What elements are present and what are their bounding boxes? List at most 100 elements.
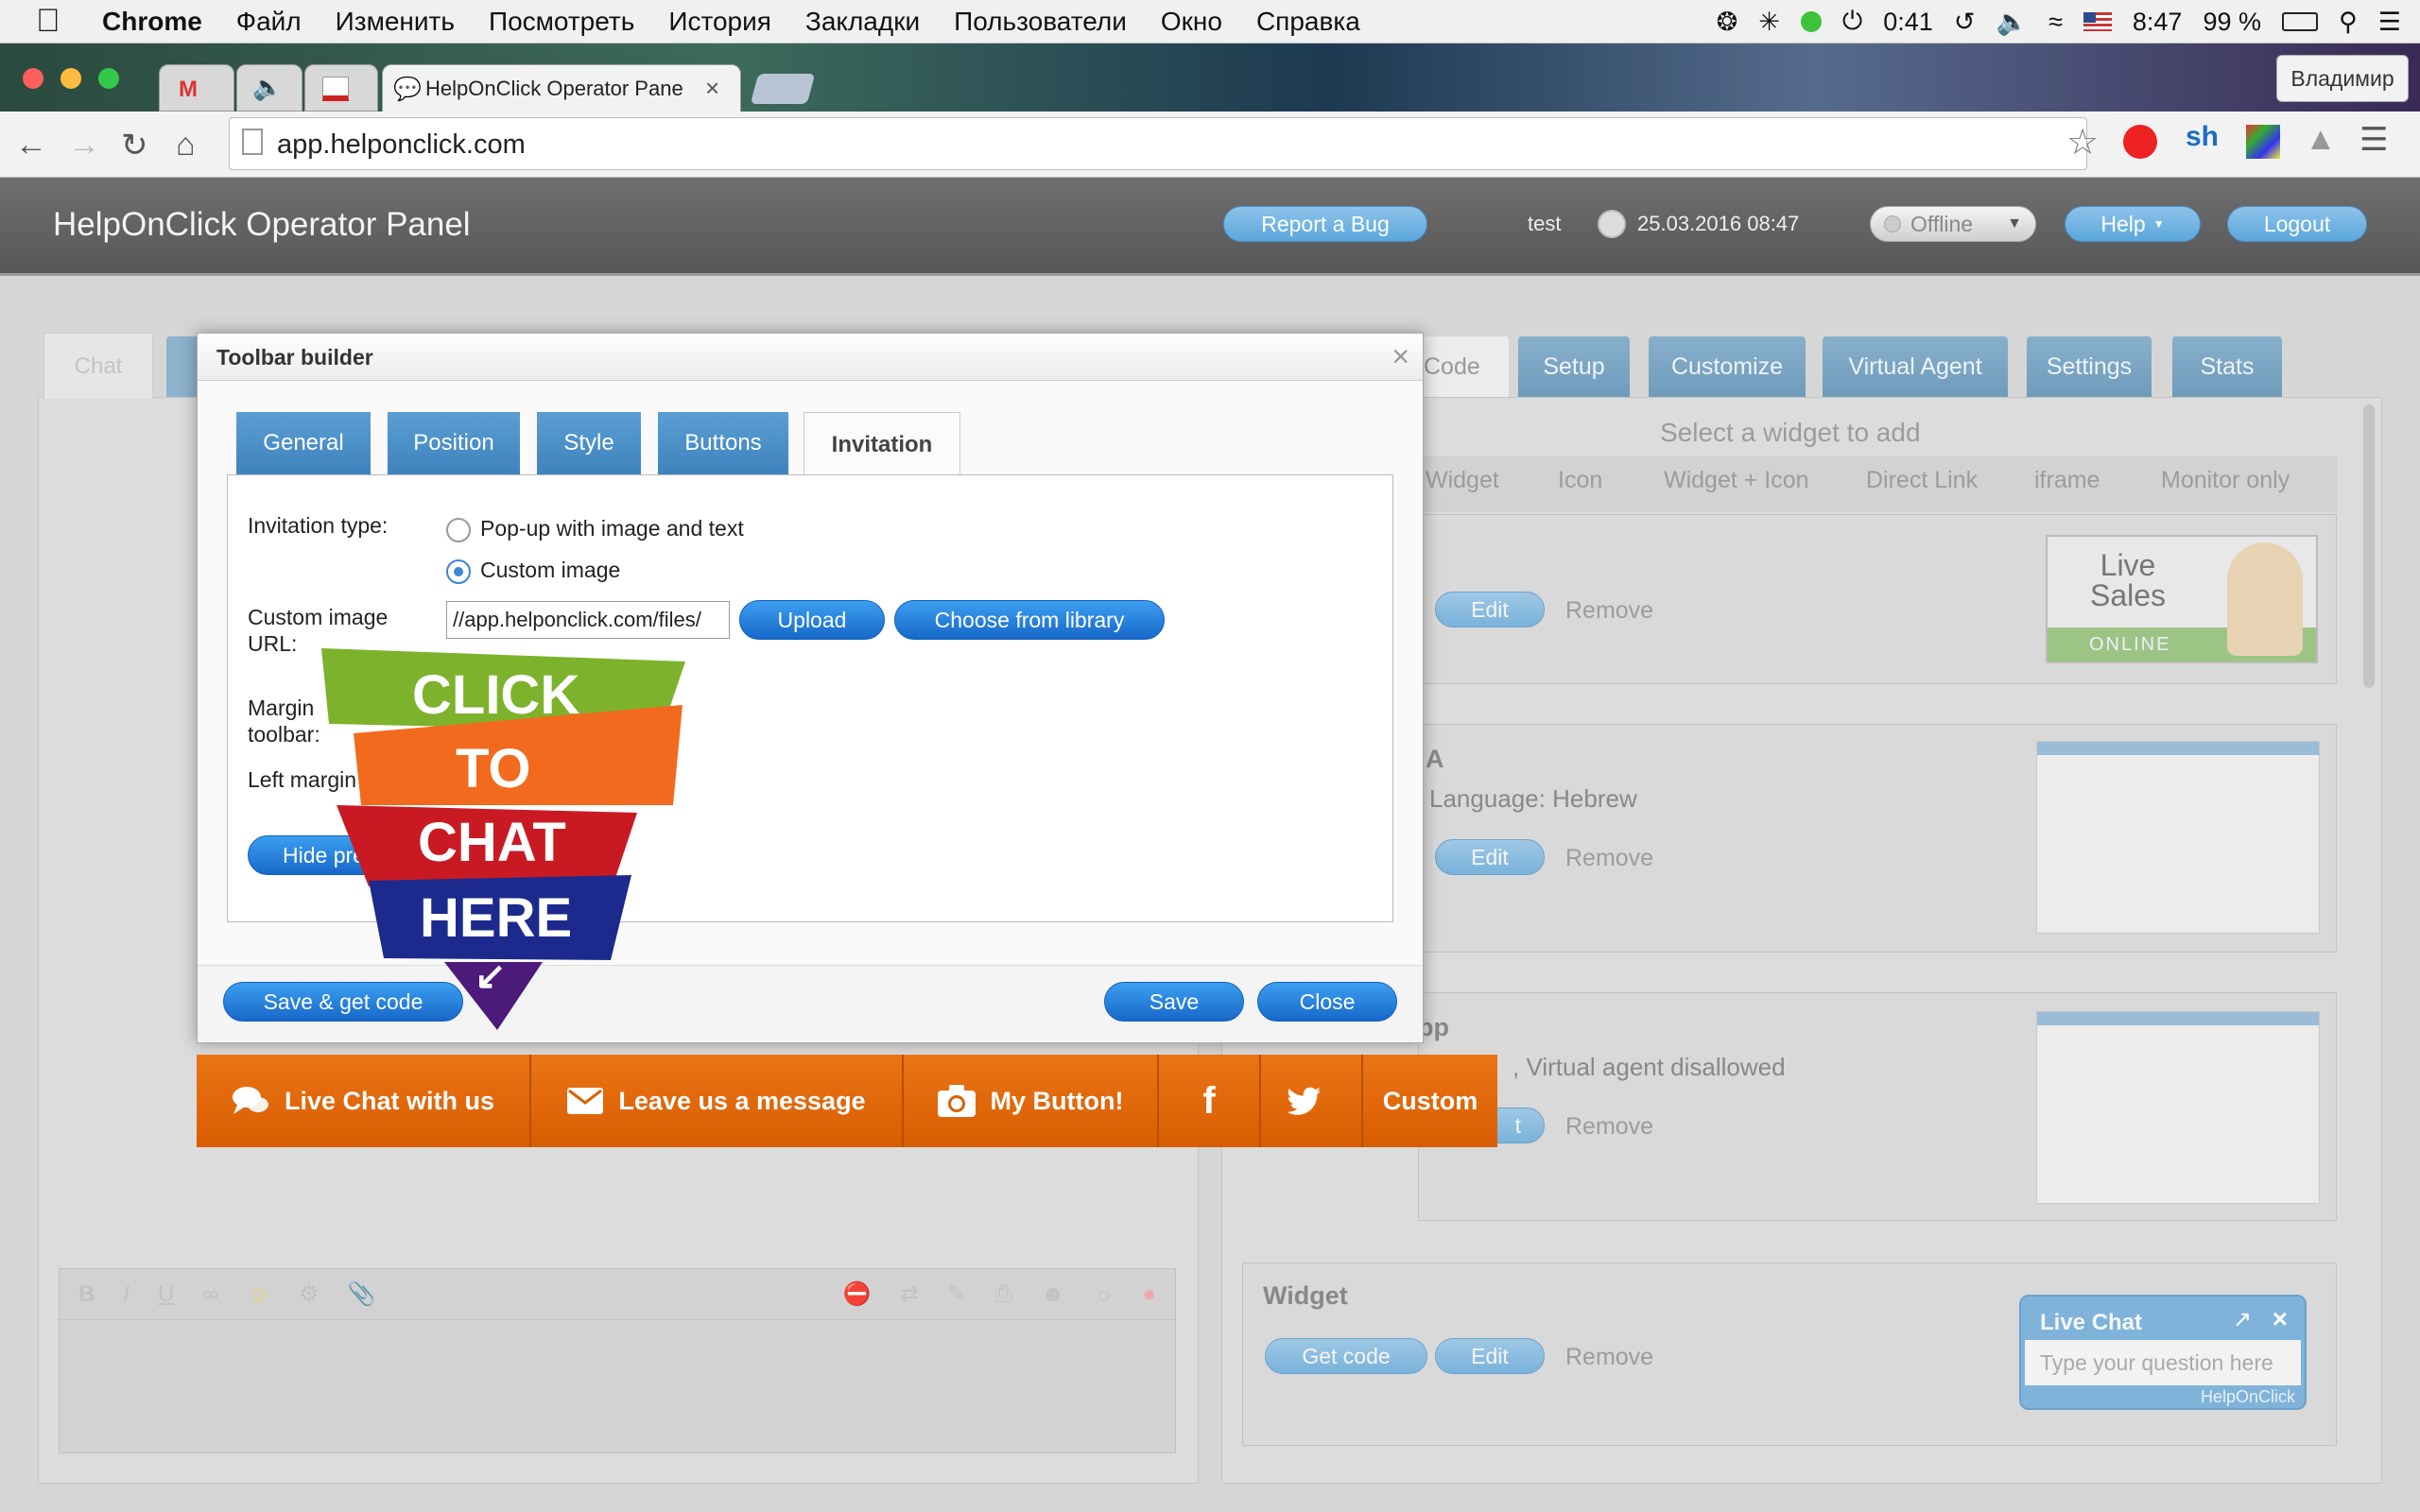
tab-virtual-agent[interactable]: Virtual Agent [1823, 336, 2008, 397]
extension-sh-icon[interactable]: sh [2186, 121, 2219, 153]
menu-item-help[interactable]: Справка [1256, 7, 1360, 37]
home-icon[interactable]: ⌂ [176, 127, 196, 163]
aperture-icon[interactable]: ❂ [1717, 8, 1738, 37]
menu-item-window[interactable]: Окно [1161, 7, 1222, 37]
radio-popup-label[interactable]: Pop-up with image and text [480, 516, 744, 541]
radio-popup[interactable] [446, 518, 471, 542]
battery-icon[interactable] [2282, 12, 2318, 31]
link-icon[interactable]: ∞ [202, 1281, 218, 1308]
window-close-icon[interactable] [23, 68, 43, 89]
radio-custom-image[interactable] [446, 559, 471, 584]
tab-stats[interactable]: Stats [2172, 336, 2282, 397]
widget-type-direct-link[interactable]: Direct Link [1866, 467, 1978, 494]
widget-type-iframe[interactable]: iframe [2034, 467, 2100, 494]
smiley-icon[interactable]: ☺ [247, 1281, 270, 1308]
underline-icon[interactable]: U [158, 1281, 174, 1308]
wifi-icon[interactable]: ≈ [2048, 8, 2063, 37]
menu-item-view[interactable]: Посмотреть [489, 7, 634, 37]
tab-setup[interactable]: Setup [1518, 336, 1630, 397]
power-timer-icon[interactable]: ⏻ [1842, 7, 1862, 37]
edit-button[interactable]: Edit [1435, 592, 1545, 627]
radio-custom-image-label[interactable]: Custom image [480, 558, 620, 583]
menu-app-name[interactable]: Chrome [102, 7, 202, 37]
widget-type-widget-icon[interactable]: Widget + Icon [1664, 467, 1809, 494]
address-bar[interactable]: app.helponclick.com [229, 117, 2087, 170]
tab-audio[interactable]: 🔈 [236, 64, 302, 112]
window-zoom-icon[interactable] [98, 68, 119, 89]
notes-icon[interactable]: ✎ [947, 1280, 966, 1308]
panel-scrollbar[interactable] [2363, 404, 2375, 688]
help-menu-button[interactable]: Help ▼ [2065, 206, 2201, 242]
menu-item-people[interactable]: Пользователи [954, 7, 1127, 37]
chrome-menu-icon[interactable]: ☰ [2360, 121, 2388, 159]
remove-link[interactable]: Remove [1565, 1113, 1653, 1141]
edit-button[interactable]: Edit [1435, 1338, 1545, 1374]
message-editor[interactable]: B I U ∞ ☺ ⚙ 📎 ⛔ ⇄ ✎ ⎙ ☻ ☼ ● [59, 1268, 1176, 1453]
menu-item-file[interactable]: Файл [236, 7, 302, 37]
apple-menu-icon[interactable]:  [36, 3, 74, 40]
transfer-icon[interactable]: ⇄ [900, 1280, 919, 1308]
back-icon[interactable]: ← [15, 127, 47, 163]
new-tab-button[interactable] [750, 74, 816, 104]
upload-button[interactable]: Upload [739, 600, 885, 640]
remove-link[interactable]: Remove [1565, 597, 1653, 625]
invite-icon[interactable]: ☼ [1094, 1281, 1115, 1308]
my-button[interactable]: My Button! [904, 1055, 1159, 1147]
widget-type-icon[interactable]: Icon [1558, 467, 1602, 494]
facebook-button[interactable]: f [1159, 1055, 1261, 1147]
leave-message-button[interactable]: Leave us a message [531, 1055, 904, 1147]
tab-settings[interactable]: Settings [2027, 336, 2152, 397]
tab-pinned[interactable] [304, 64, 378, 112]
print-icon[interactable]: ⎙ [994, 1281, 1012, 1308]
get-code-button[interactable]: Get code [1265, 1338, 1427, 1374]
custom-button[interactable]: Custom [1363, 1055, 1497, 1147]
tab-gmail[interactable]: M [159, 64, 234, 112]
user-icon[interactable]: ☻ [1041, 1281, 1064, 1308]
remove-link[interactable]: Remove [1565, 845, 1653, 872]
close-button[interactable]: Close [1257, 982, 1397, 1022]
asterisk-icon[interactable]: ✳ [1758, 8, 1780, 37]
tab-buttons[interactable]: Buttons [658, 412, 788, 474]
forward-icon[interactable]: → [68, 127, 100, 163]
notification-center-icon[interactable]: ☰ [2378, 8, 2401, 37]
menu-item-bookmarks[interactable]: Закладки [805, 7, 920, 37]
tab-position[interactable]: Position [388, 412, 520, 474]
bookmark-star-icon[interactable]: ☆ [2066, 121, 2099, 163]
adblock-icon[interactable] [2123, 125, 2157, 159]
twitter-button[interactable] [1261, 1055, 1363, 1147]
profile-button[interactable]: Владимир [2276, 55, 2409, 102]
canned-icon[interactable]: ⚙ [299, 1280, 320, 1308]
tab-style[interactable]: Style [537, 412, 641, 474]
stop-icon[interactable]: ⛔ [843, 1280, 872, 1308]
live-chat-button[interactable]: Live Chat with us [197, 1055, 531, 1147]
attach-icon[interactable]: 📎 [348, 1280, 376, 1308]
italic-icon[interactable]: I [123, 1281, 130, 1308]
volume-icon[interactable]: 🔈 [1996, 7, 2028, 37]
widget-type-widget[interactable]: Widget [1426, 467, 1499, 494]
menu-item-history[interactable]: История [668, 7, 771, 37]
edit-button[interactable]: Edit [1435, 839, 1545, 875]
invitation-image[interactable]: CLICK TO CHAT HERE ↙ [312, 610, 690, 1030]
spotlight-search-icon[interactable]: ⚲ [2339, 8, 2358, 37]
green-dot-icon[interactable] [1800, 11, 1822, 32]
tab-code[interactable]: Code [1424, 336, 1509, 397]
drive-icon[interactable]: ▲ [2305, 121, 2337, 158]
choose-from-library-button[interactable]: Choose from library [894, 600, 1165, 640]
tab-invitation[interactable]: Invitation [804, 412, 960, 476]
tab-partial[interactable] [166, 336, 199, 397]
tab-general[interactable]: General [236, 412, 371, 474]
status-dropdown[interactable]: Offline ▼ [1870, 206, 2036, 242]
remove-link[interactable]: Remove [1565, 1344, 1653, 1371]
menu-item-edit[interactable]: Изменить [336, 7, 455, 37]
close-chat-icon[interactable]: ● [1143, 1281, 1157, 1308]
report-bug-button[interactable]: Report a Bug [1223, 206, 1427, 242]
window-minimize-icon[interactable] [60, 68, 81, 89]
widget-type-monitor-only[interactable]: Monitor only [2161, 467, 2290, 494]
dialog-close-icon[interactable]: × [1392, 339, 1409, 374]
tab-customize[interactable]: Customize [1649, 336, 1806, 397]
us-flag-icon[interactable] [2083, 12, 2112, 31]
bold-icon[interactable]: B [78, 1281, 95, 1308]
tab-close-icon[interactable]: × [705, 74, 719, 103]
save-button[interactable]: Save [1104, 982, 1244, 1022]
logout-button[interactable]: Logout [2227, 206, 2367, 242]
